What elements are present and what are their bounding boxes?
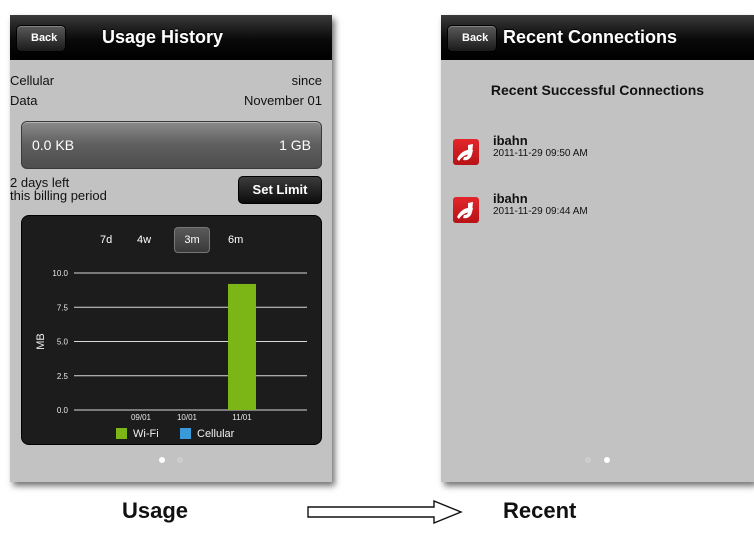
plan-type-line2: Data: [10, 93, 38, 108]
usage-progress-bar: 0.0 KB 1 GB: [21, 121, 322, 169]
legend-swatch: [116, 428, 127, 439]
billing-period-label: this billing period: [10, 188, 107, 203]
ibahn-logo-icon: [453, 139, 479, 165]
nav-bar: Back Recent Connections: [441, 15, 754, 60]
page-dot-2: [177, 457, 184, 463]
usage-chart-panel: 7d 4w 3m 6m 0.0 2.5 5.0 7.5 10.0 MB 09/01 10/01…: [21, 215, 322, 445]
connection-name: ibahn: [493, 191, 528, 206]
usage-history-screen: Back Usage History Cellular Data since N…: [10, 15, 332, 482]
page-title: Recent Connections: [503, 27, 678, 47]
since-label: since: [291, 73, 322, 88]
recent-connections-screen: Back Recent Connections Recent Successfu…: [441, 15, 754, 482]
legend-swatch: [180, 428, 191, 439]
y-tick-label: 5.0: [57, 338, 69, 347]
page-dot-2: [603, 457, 610, 463]
y-tick-label: 10.0: [52, 269, 68, 278]
connection-time: 2011-11-29 09:44 AM: [493, 206, 588, 217]
y-tick-label: 7.5: [57, 303, 69, 312]
used-amount: 0.0 KB: [32, 137, 75, 153]
x-tick-label: 10/01: [177, 413, 198, 422]
x-tick-label: 09/01: [131, 413, 152, 422]
legend-label: Cellular: [197, 428, 235, 440]
page-indicator: [441, 450, 754, 468]
set-limit-button[interactable]: Set Limit: [238, 176, 322, 204]
connection-time: 2011-11-29 09:50 AM: [493, 148, 588, 159]
plan-type-line1: Cellular: [10, 73, 55, 88]
page-title: Usage History: [102, 27, 224, 47]
y-tick-label: 2.5: [57, 372, 69, 381]
y-axis-label: MB: [35, 333, 47, 350]
connection-name: ibahn: [493, 133, 528, 148]
back-button[interactable]: Back: [447, 25, 498, 52]
nav-bar: Back Usage History: [10, 15, 332, 60]
section-title: Recent Successful Connections: [490, 82, 705, 98]
usage-bar-chart: 0.0 2.5 5.0 7.5 10.0 MB 09/01 10/01 11/01 Wi-Fi Ce…: [35, 269, 307, 440]
data-limit: 1 GB: [279, 137, 311, 153]
page-dot-1: [585, 457, 592, 463]
x-tick-label: 11/01: [232, 413, 252, 422]
caption-usage: Usage: [122, 498, 189, 523]
back-button[interactable]: Back: [16, 25, 67, 52]
bar-wifi-11-01: [228, 283, 256, 410]
y-tick-label: 0.0: [57, 406, 69, 415]
since-date: November 01: [243, 93, 322, 108]
page-dot-1: [158, 457, 165, 463]
right-arrow-icon: [307, 500, 463, 524]
page-indicator: [10, 450, 332, 468]
legend-label: Wi-Fi: [133, 428, 159, 440]
caption-recent: Recent: [503, 498, 577, 523]
ibahn-logo-icon: [453, 197, 479, 223]
